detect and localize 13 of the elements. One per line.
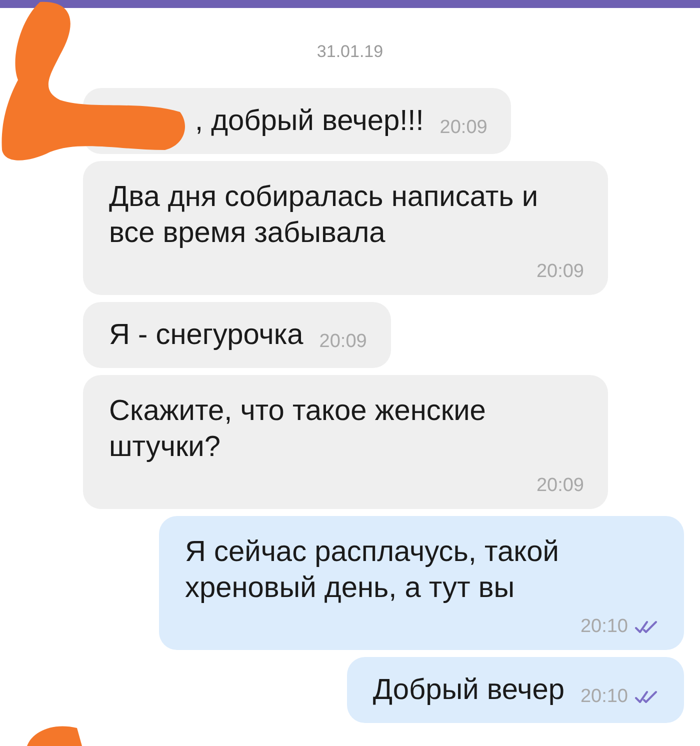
message-text: Я сейчас расплачусь, такой хреновый день, а тут вы (185, 535, 560, 606)
date-label: 31.01.19 (316, 42, 384, 62)
message-text: Я - снегурочка (109, 318, 304, 353)
message-time: 20:10 (580, 686, 628, 708)
message-time: 20:09 (536, 475, 584, 497)
message-time: 20:10 (580, 616, 628, 638)
message-text: Два дня собиралась написать и все время забывала (109, 180, 540, 251)
message-text: Добрый вечер (372, 673, 564, 708)
message-time: 20:09 (536, 261, 584, 283)
message-text: Скажите, что такое женские штучки? (109, 394, 487, 465)
message-time: 20:09 (319, 331, 367, 353)
message-text: , добрый вечер!!! (195, 104, 424, 139)
message-time: 20:09 (440, 117, 488, 139)
